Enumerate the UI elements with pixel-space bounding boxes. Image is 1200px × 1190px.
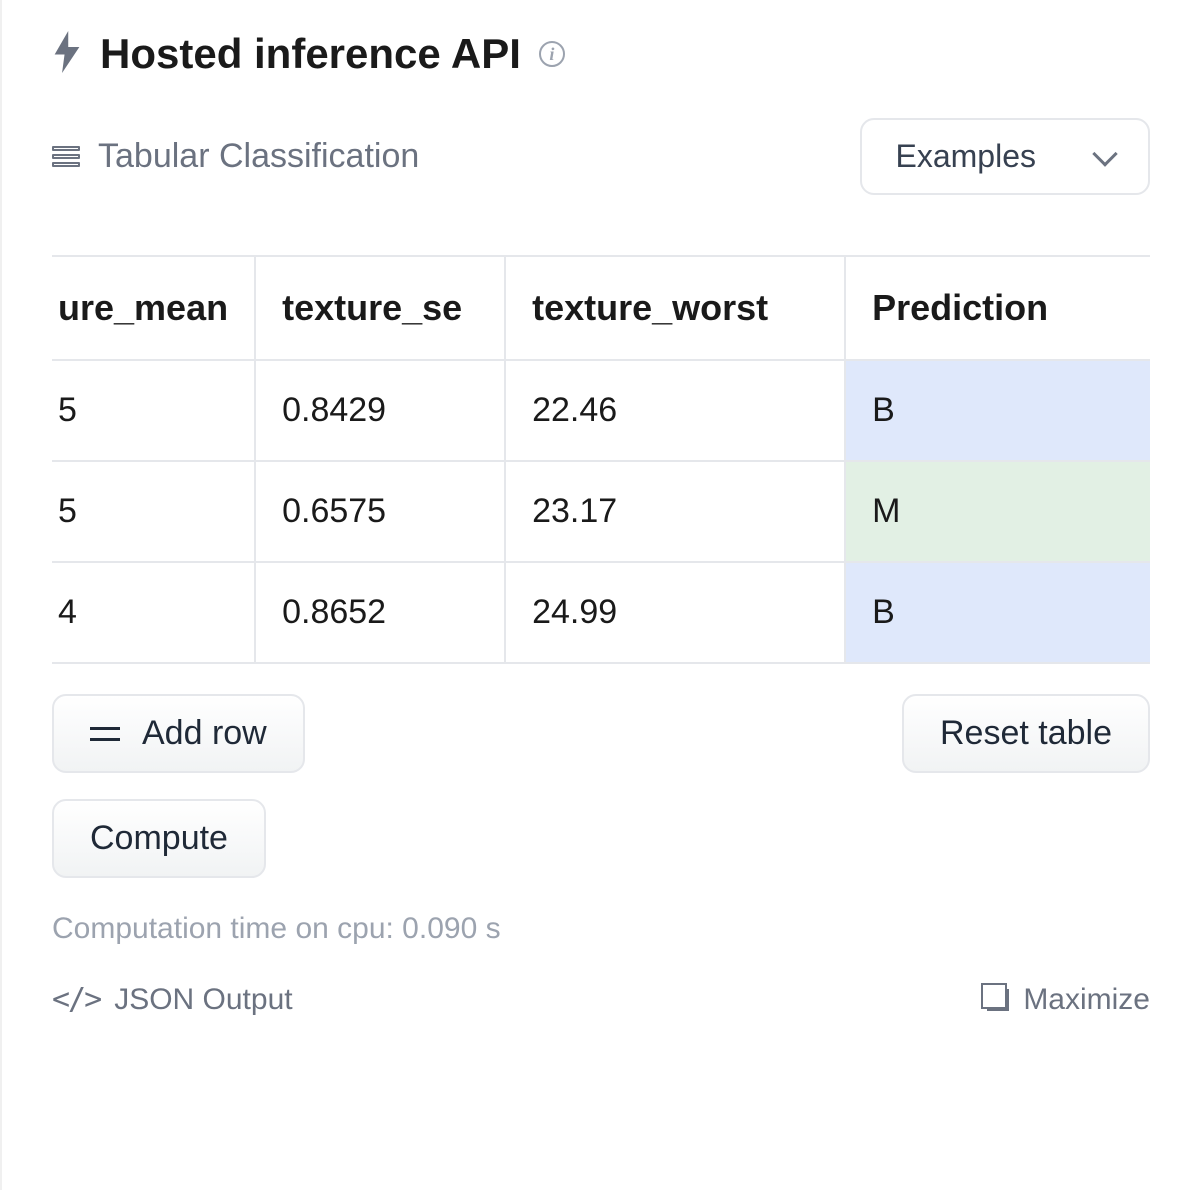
table-column: texture_se 0.8429 0.6575 0.8652: [256, 257, 506, 662]
reset-table-button[interactable]: Reset table: [902, 694, 1150, 773]
maximize-label: Maximize: [1023, 983, 1150, 1017]
inference-widget: Hosted inference API i Tabular Classific…: [0, 0, 1200, 1190]
table-column: ure_mean 5 5 4: [52, 257, 256, 662]
reset-table-label: Reset table: [940, 714, 1112, 753]
table-column: texture_worst 22.46 23.17 24.99: [506, 257, 846, 662]
examples-label: Examples: [896, 138, 1037, 175]
compute-label: Compute: [90, 819, 228, 858]
column-header: Prediction: [846, 257, 1150, 361]
examples-dropdown[interactable]: Examples: [860, 118, 1151, 195]
maximize-link[interactable]: Maximize: [987, 983, 1150, 1017]
table-cell[interactable]: 22.46: [506, 361, 844, 462]
column-header: texture_se: [256, 257, 504, 361]
table-cell[interactable]: 5: [52, 361, 254, 462]
widget-header: Hosted inference API i: [52, 30, 1150, 78]
table-cell[interactable]: 0.8652: [256, 563, 504, 662]
add-row-icon: [90, 727, 120, 741]
widget-footer: </> JSON Output Maximize: [52, 982, 1150, 1017]
table-cell[interactable]: 5: [52, 462, 254, 563]
maximize-icon: [987, 989, 1009, 1011]
table-column-prediction: Prediction B M B: [846, 257, 1150, 662]
task-type-label: Tabular Classification: [98, 137, 419, 176]
info-icon[interactable]: i: [539, 41, 565, 67]
compute-button[interactable]: Compute: [52, 799, 266, 878]
widget-title: Hosted inference API: [100, 30, 521, 78]
data-table: ure_mean 5 5 4 texture_se 0.8429 0.6575 …: [52, 255, 1150, 664]
computation-time: Computation time on cpu: 0.090 s: [52, 912, 1150, 946]
chevron-down-icon: [1092, 141, 1117, 166]
code-icon: </>: [52, 982, 100, 1017]
table-cell[interactable]: 0.8429: [256, 361, 504, 462]
prediction-cell: B: [846, 563, 1150, 662]
table-cell[interactable]: 0.6575: [256, 462, 504, 563]
json-output-label: JSON Output: [114, 983, 292, 1017]
task-type: Tabular Classification: [52, 137, 419, 176]
table-icon: [52, 146, 80, 167]
table-cell[interactable]: 24.99: [506, 563, 844, 662]
add-row-label: Add row: [142, 714, 267, 753]
json-output-link[interactable]: </> JSON Output: [52, 982, 293, 1017]
subheader-row: Tabular Classification Examples: [52, 118, 1150, 195]
add-row-button[interactable]: Add row: [52, 694, 305, 773]
table-cell[interactable]: 23.17: [506, 462, 844, 563]
table-controls: Add row Reset table: [52, 694, 1150, 773]
prediction-cell: B: [846, 361, 1150, 462]
column-header: ure_mean: [52, 257, 254, 361]
prediction-cell: M: [846, 462, 1150, 563]
bolt-icon: [52, 31, 82, 78]
column-header: texture_worst: [506, 257, 844, 361]
table-cell[interactable]: 4: [52, 563, 254, 662]
